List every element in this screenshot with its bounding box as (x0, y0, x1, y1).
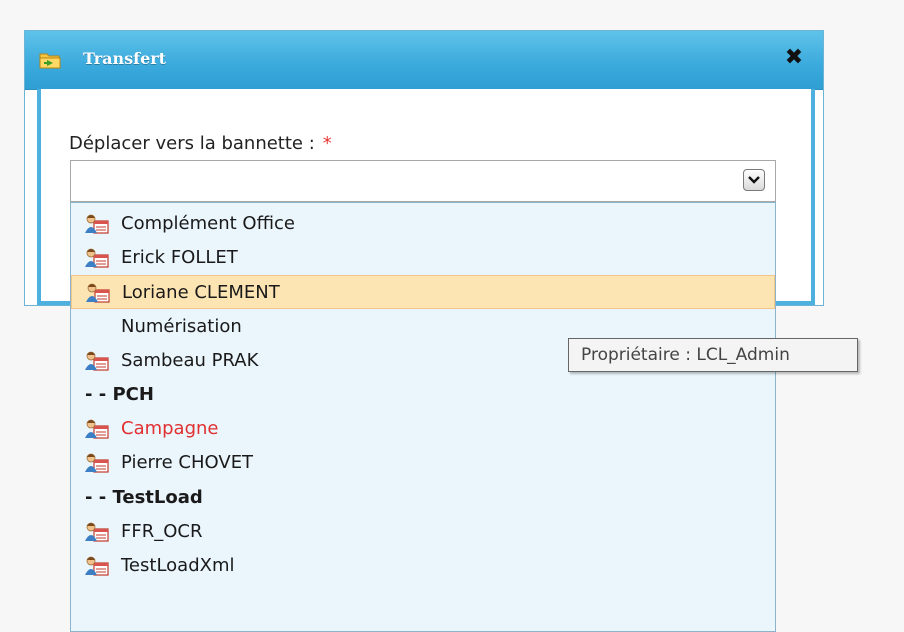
chevron-down-icon[interactable] (743, 169, 765, 191)
user-card-icon (86, 282, 110, 304)
destination-select[interactable] (70, 160, 776, 202)
dropdown-option[interactable]: Loriane CLEMENT (71, 275, 775, 310)
user-card-icon (85, 418, 109, 440)
dropdown-option[interactable]: Complément Office (71, 207, 775, 241)
option-label: - - TestLoad (85, 486, 203, 508)
option-label: Campagne (121, 418, 219, 440)
option-label: Loriane CLEMENT (122, 282, 280, 304)
user-card-icon (85, 452, 109, 474)
dropdown-option[interactable]: FFR_OCR (71, 515, 775, 549)
dialog-titlebar[interactable]: Transfert ✖ (25, 31, 823, 90)
option-label: - - PCH (85, 384, 154, 405)
option-label: TestLoadXml (121, 555, 235, 576)
dropdown-option[interactable]: Campagne (71, 412, 775, 446)
folder-transfer-icon (39, 51, 61, 69)
dropdown-option[interactable]: Erick FOLLET (71, 241, 775, 275)
user-card-icon (85, 213, 109, 235)
option-label: Complément Office (121, 213, 295, 234)
option-label: Erick FOLLET (121, 247, 238, 269)
field-label-text: Déplacer vers la bannette : (69, 133, 315, 154)
dropdown-option[interactable]: TestLoadXml (71, 549, 775, 583)
user-card-icon (85, 350, 109, 372)
user-card-icon (85, 555, 109, 577)
option-label: Pierre CHOVET (121, 452, 254, 474)
option-label: Sambeau PRAK (121, 349, 259, 371)
required-marker: * (322, 133, 332, 154)
option-group-header: - - PCH (71, 378, 775, 412)
option-group-header: - - TestLoad (71, 481, 775, 515)
owner-tooltip: Propriétaire : LCL_Admin (568, 338, 858, 372)
dialog-title: Transfert (83, 49, 167, 68)
close-button[interactable]: ✖ (783, 47, 805, 69)
destination-field-label: Déplacer vers la bannette : * (69, 133, 332, 154)
option-label: FFR_OCR (121, 520, 203, 542)
destination-dropdown-list[interactable]: Complément Office Erick FOLLET Loriane CLE… (70, 202, 776, 632)
user-card-icon (85, 247, 109, 269)
option-label: Numérisation (121, 315, 242, 337)
user-card-icon (85, 521, 109, 543)
dropdown-option[interactable]: Pierre CHOVET (71, 446, 775, 480)
